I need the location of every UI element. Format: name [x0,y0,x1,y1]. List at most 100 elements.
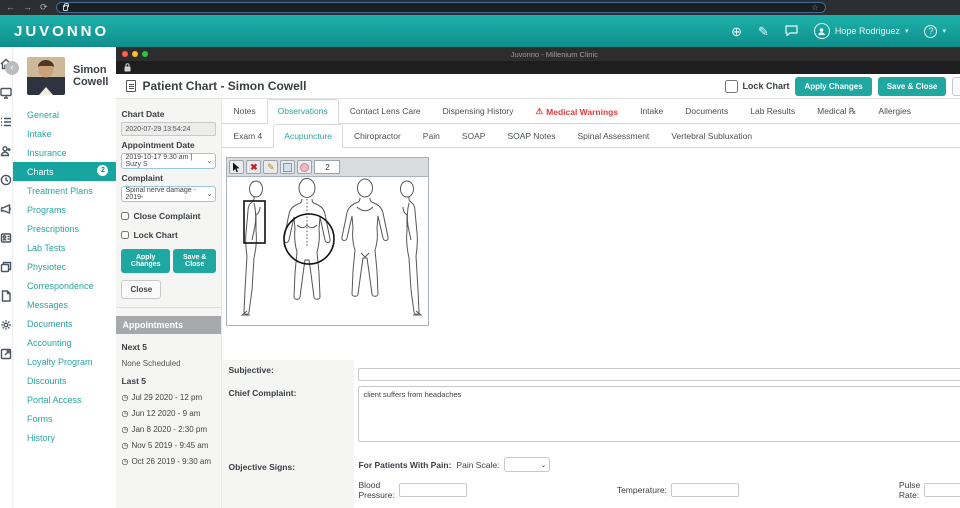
lock-icon [62,2,70,11]
tab-chiropractor[interactable]: Chiropractor [343,124,412,147]
tab-documents[interactable]: Documents [674,99,739,123]
help-menu[interactable]: ? ▾ [924,24,946,38]
forward-icon[interactable]: → [23,3,32,12]
tab-medical-rx[interactable]: Medical ℞ [806,99,867,123]
sidebar-item-treatment-plans[interactable]: Treatment Plans [13,181,116,200]
appointment-entry[interactable]: ◷ Jan 8 2020 - 2:30 pm [121,425,216,434]
chief-complaint-textarea[interactable] [358,386,960,442]
appointment-entry[interactable]: ◷ Jun 12 2020 - 9 am [121,409,216,418]
sidebar-item-correspondence[interactable]: Correspondence [13,276,116,295]
appointment-entry[interactable]: ◷ Oct 26 2019 - 9:30 am [121,457,216,466]
tab-pain[interactable]: Pain [412,124,451,147]
tab-medical-warnings[interactable]: ⚠ Medical Warnings [525,99,630,123]
complaint-label: Complaint [121,173,164,183]
minimize-traffic-light[interactable] [132,51,139,57]
tab-spinal-assessment[interactable]: Spinal Assessment [566,124,660,147]
external-link-icon[interactable] [0,347,12,365]
patients-icon[interactable] [0,144,12,162]
appointment-entry[interactable]: ◷ Jul 29 2020 - 12 pm [121,393,216,402]
rectangle-tool[interactable] [280,160,296,174]
tab-acupuncture[interactable]: Acupuncture [273,124,344,148]
sidebar-item-messages[interactable]: Messages [13,295,116,314]
close-button[interactable]: Close [952,76,960,96]
blood-pressure-input[interactable] [398,483,467,497]
sidebar-item-general[interactable]: General [13,105,116,124]
tab-contact-lens-care[interactable]: Contact Lens Care [339,99,432,123]
collapse-sidebar-button[interactable]: ‹ [5,61,19,75]
monitor-icon[interactable] [0,86,12,104]
tab-dispensing-history[interactable]: Dispensing History [432,99,525,123]
lock-chart-checkbox-header[interactable]: Lock Chart [725,79,789,93]
chat-icon[interactable] [785,24,798,38]
tab-vertebral-subluxation[interactable]: Vertebral Subluxation [660,124,763,147]
sidebar-item-prescriptions[interactable]: Prescriptions [13,219,116,238]
bookmark-star-icon[interactable]: ☆ [811,3,818,12]
add-icon[interactable]: ⊕ [731,25,742,38]
sidebar-item-physiotec[interactable]: Physiotec [13,257,116,276]
reload-icon[interactable]: ⟳ [40,3,48,12]
window-titlebar: Juvonno - Millenium Clinic [116,47,960,61]
contact-card-icon[interactable] [0,231,12,249]
sidebar-item-forms[interactable]: Forms [13,409,116,428]
for-patients-with-pain-label: For Patients With Pain: [358,459,452,470]
circle-tool[interactable] [297,160,313,174]
tab-observations[interactable]: Observations [266,99,339,124]
sidebar-item-loyalty-program[interactable]: Loyalty Program [13,352,116,371]
copy-files-icon[interactable] [0,260,12,278]
close-traffic-light[interactable] [122,51,129,57]
delete-annotation-tool[interactable]: ✖ [246,160,262,174]
sidebar-item-discounts[interactable]: Discounts [13,371,116,390]
chevron-down-icon: ⌄ [206,158,213,165]
address-bar[interactable]: ☆ [55,2,826,13]
body-chart[interactable] [226,176,430,326]
lock-chart-checkbox[interactable] [725,79,739,93]
schedule-clock-icon[interactable] [0,173,12,191]
subjective-input[interactable] [358,368,960,381]
sidebar-item-documents[interactable]: Documents [13,314,116,333]
lock-chart-checkbox-row[interactable]: Lock Chart [121,230,216,240]
notes-file-icon[interactable] [0,289,12,307]
tab-lab-results[interactable]: Lab Results [739,99,806,123]
pulse-rate-input[interactable] [924,483,960,497]
sidebar-item-charts[interactable]: Charts 2 [13,162,117,181]
close-complaint-checkbox-row[interactable]: Close Complaint [121,211,216,221]
tab-notes[interactable]: Notes [222,99,266,123]
bodychart-toolbar: ✖ ✎ 2 [226,157,430,176]
circle-annotation [283,213,336,265]
complaint-select[interactable]: Spinal nerve damage - 2019- ⌄ [121,186,217,202]
annotation-count-box[interactable]: 2 [314,160,341,174]
tab-intake[interactable]: Intake [629,99,674,123]
lock-chart-checkbox-panel[interactable] [121,231,130,239]
temperature-input[interactable] [670,483,739,497]
user-menu[interactable]: Hope Rodriguez ▾ [813,23,908,39]
tab-soap-notes[interactable]: SOAP Notes [496,124,566,147]
sidebar-item-accounting[interactable]: Accounting [13,333,116,352]
apply-changes-button-panel[interactable]: Apply Changes [121,249,170,273]
sidebar-item-programs[interactable]: Programs [13,200,116,219]
save-close-button-panel[interactable]: Save & Close [172,249,217,273]
pain-scale-select[interactable]: ⌄ [504,457,551,472]
pain-scale-label: Pain Scale: [456,459,500,470]
sidebar-item-intake[interactable]: Intake [13,124,116,143]
back-icon[interactable]: ← [6,3,15,12]
zoom-traffic-light[interactable] [142,51,149,57]
edit-pencil-icon[interactable]: ✎ [758,25,769,38]
close-complaint-checkbox[interactable] [121,212,130,220]
sidebar-item-insurance[interactable]: Insurance [13,143,116,162]
sidebar-item-portal-access[interactable]: Portal Access [13,390,116,409]
select-cursor-tool[interactable] [229,160,245,174]
close-button-panel[interactable]: Close [121,280,162,299]
list-icon[interactable] [0,115,12,133]
sidebar-item-lab-tests[interactable]: Lab Tests [13,238,116,257]
sidebar-item-history[interactable]: History [13,428,116,447]
appointment-date-select[interactable]: 2019-10-17 9:30 am | Suzy S ⌄ [121,153,217,169]
tab-soap[interactable]: SOAP [451,124,497,147]
tab-exam4[interactable]: Exam 4 [222,124,273,147]
draw-pencil-tool[interactable]: ✎ [263,160,279,174]
announcements-icon[interactable] [0,202,12,220]
save-close-button[interactable]: Save & Close [877,76,947,96]
settings-gear-icon[interactable] [0,318,12,336]
appointment-entry[interactable]: ◷ Nov 5 2019 - 9:45 am [121,441,216,450]
apply-changes-button[interactable]: Apply Changes [795,76,872,96]
tab-allergies[interactable]: Allergies [867,99,922,123]
